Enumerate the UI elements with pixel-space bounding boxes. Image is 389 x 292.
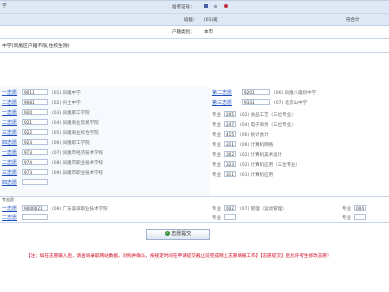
major-num-input[interactable]: 247 xyxy=(224,121,236,127)
special-second-extra-prefix: 专业 xyxy=(342,216,351,221)
class-value: (01)班 xyxy=(204,18,218,23)
major-prefix: 专业 xyxy=(212,113,221,118)
major-name: (02) 计算机美术设计 xyxy=(240,153,283,158)
tier-link[interactable]: 三志愿 xyxy=(2,129,17,136)
major-prefix: 专业 xyxy=(212,163,221,168)
tier-link[interactable]: 四志愿 xyxy=(2,139,17,146)
divider xyxy=(0,13,389,14)
special-school: (08) 广东美城职业技术学院 xyxy=(52,207,108,212)
submit-label: 志愿提交 xyxy=(171,231,192,237)
tier-link[interactable]: 一志愿 xyxy=(2,109,17,116)
major-name: (02) 计算机应用（三位专业） xyxy=(240,163,301,168)
major-prefix: 专业 xyxy=(212,143,221,148)
major-num-input[interactable]: 311 xyxy=(224,141,236,147)
special-second-num[interactable] xyxy=(224,214,236,220)
major-prefix: 专业 xyxy=(212,153,221,158)
subsidy-label: 符合计 xyxy=(346,18,360,23)
tier-school: (02) 兴土中学 xyxy=(52,101,81,106)
tier-code-input[interactable]: 9011 xyxy=(22,89,48,95)
tier-school: (01) 凤凰中学 xyxy=(52,91,81,96)
tier-school: (09) 凤凰市职业技术学校 xyxy=(52,171,104,176)
tier-link[interactable]: 二志愿 xyxy=(2,159,17,166)
exam-no-label: 准考证号： xyxy=(172,5,195,10)
tier-code-input[interactable]: 9081 xyxy=(22,99,48,105)
region-text: 中学(凤凰区户籍不限,住校生除) xyxy=(2,44,70,49)
tier-link[interactable]: 二志愿 xyxy=(2,119,17,126)
tier-link[interactable]: 三志愿 xyxy=(2,169,17,176)
special-major-prefix: 专业 xyxy=(212,207,221,212)
major-num-input[interactable]: 415 xyxy=(224,131,236,137)
tier-school: (03) 凤凰职工学院 xyxy=(52,111,90,116)
tier-link[interactable]: 二志愿 xyxy=(2,99,17,106)
major-num-input[interactable]: 311 xyxy=(224,171,236,177)
right-tier-link[interactable]: 第二志愿 xyxy=(212,89,232,96)
right-tier-code[interactable]: 9331 xyxy=(242,99,270,105)
tier-link[interactable]: 一志愿 xyxy=(2,149,17,156)
major-name: (02) 食品工艺（三位专业） xyxy=(240,113,296,118)
special-major-num[interactable]: 002 xyxy=(224,205,236,211)
special-second-code-input[interactable] xyxy=(22,214,48,220)
check-icon: ✓ xyxy=(164,231,170,236)
tier-school: (06) 凤凰职工学院 xyxy=(52,141,90,146)
major-num-input[interactable]: 205 xyxy=(224,111,236,117)
class-label: 班级： xyxy=(184,18,198,23)
divider xyxy=(0,196,389,197)
tier-link[interactable]: 一志愿 xyxy=(2,89,17,96)
tier-school: (04) 凤凰商业贸易学院 xyxy=(52,121,99,126)
right-tier-school: (07) 北京山中学 xyxy=(274,101,308,106)
special-section-label: 专志愿 xyxy=(2,197,14,202)
exam-no-mark-icon xyxy=(204,4,208,8)
special-tier-link[interactable]: 一志愿 xyxy=(2,205,17,212)
tier-code-input[interactable]: 922 xyxy=(22,129,48,135)
right-tier-code[interactable]: 9201 xyxy=(242,89,270,95)
special-extra-prefix: 专业 xyxy=(342,207,351,212)
major-name: (04) 电子商务（三位专业） xyxy=(240,123,296,128)
exam-no-mark-icon xyxy=(224,4,228,8)
major-name: (06) 计算机网络 xyxy=(240,143,274,148)
tier-school: (07) 凤凰市经济技术学校 xyxy=(52,151,104,156)
major-name: (06) 统计会计 xyxy=(240,133,269,138)
major-num-input[interactable]: 302 xyxy=(224,151,236,157)
exam-no-mark-icon xyxy=(214,5,217,8)
divider xyxy=(0,222,389,223)
major-prefix: 专业 xyxy=(212,173,221,178)
special-extra-num[interactable]: 004 xyxy=(354,205,366,211)
major-name: (03) 计算机应用 xyxy=(240,173,274,178)
major-prefix: 专业 xyxy=(212,123,221,128)
tier-code-input[interactable]: 921 xyxy=(22,119,48,125)
special-second-prefix: 专业 xyxy=(212,216,221,221)
hukou-value: 本市 xyxy=(204,30,213,35)
tier-code-input[interactable]: 920 xyxy=(22,109,48,115)
tier-link[interactable]: 四志愿 xyxy=(2,179,17,186)
tier-code-input[interactable]: 923 xyxy=(22,139,48,145)
tier-school: (08) 凤凰市职业技术学校 xyxy=(52,161,104,166)
major-prefix: 专业 xyxy=(212,133,221,138)
right-tier-school: (06) 凤凰八雄初中学 xyxy=(274,91,317,96)
special-second-extra-num[interactable] xyxy=(354,214,366,220)
tier-code-input[interactable] xyxy=(22,179,48,185)
field-suffix: 学 xyxy=(2,4,7,9)
divider xyxy=(0,52,389,53)
special-major-name: (07) 管理（运动管理） xyxy=(240,207,287,212)
divider xyxy=(0,38,389,39)
hukou-label: 户籍类别： xyxy=(172,30,195,35)
submit-button[interactable]: ✓ 志愿提交 xyxy=(146,229,210,240)
tier-code-input[interactable]: 973 xyxy=(22,169,48,175)
tier-school: (05) 凤凰商业综合学院 xyxy=(52,131,99,136)
tier-code-input[interactable]: 974 xyxy=(22,159,48,165)
notice-text: 【注：如在志愿输入后，请查询录取网站数据，对照并确认，按规定时间在申请提交截止前… xyxy=(26,254,332,259)
right-tier-link[interactable]: 第三志愿 xyxy=(212,99,232,106)
tier-code-input[interactable]: 973 xyxy=(22,149,48,155)
special-second-tier-link[interactable]: 二志愿 xyxy=(2,214,17,221)
major-num-input[interactable]: 323 xyxy=(224,161,236,167)
special-code-input[interactable]: 9000021 xyxy=(22,205,48,211)
